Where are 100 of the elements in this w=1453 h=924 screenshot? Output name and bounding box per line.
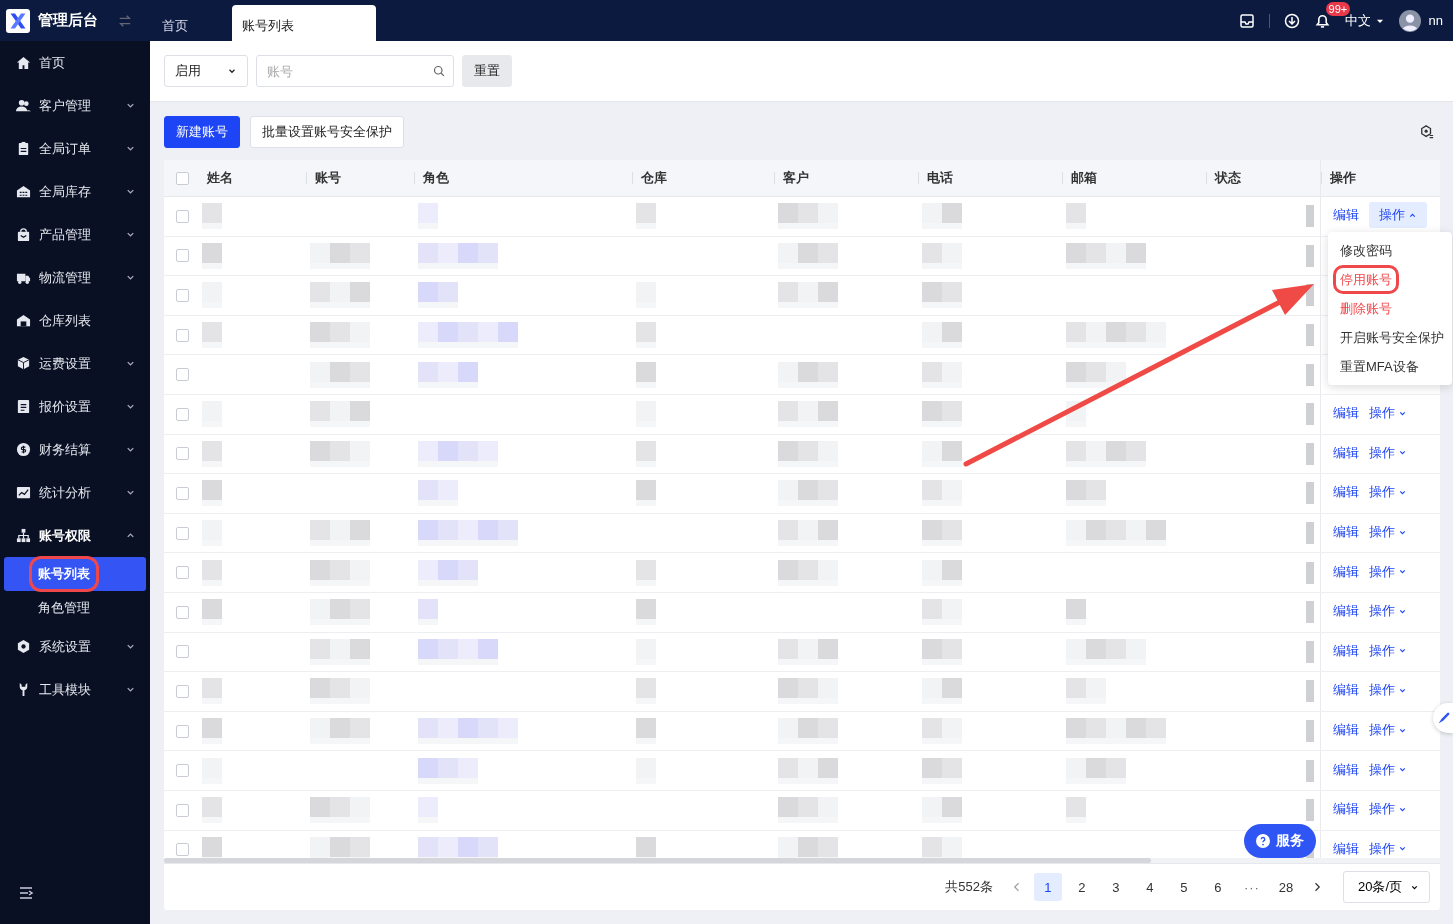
row-checkbox[interactable] [176,803,189,817]
more-actions-dropdown[interactable]: 操作 [1369,835,1407,858]
row-checkbox[interactable] [176,526,189,540]
sidebar-item[interactable]: 财务结算 [0,428,150,471]
more-actions-dropdown[interactable]: 操作 [1369,756,1407,783]
edit-link[interactable]: 编辑 [1333,206,1359,225]
sidebar-item[interactable]: 产品管理 [0,213,150,256]
sidebar-item[interactable]: 工具模块 [0,668,150,711]
service-button[interactable]: 服务 [1244,824,1316,858]
more-actions-dropdown[interactable]: 操作 [1369,439,1407,466]
tab[interactable]: 账号列表 [232,5,376,41]
page-button[interactable]: 4 [1135,873,1164,901]
edit-link[interactable]: 编辑 [1333,443,1359,462]
blurred-text [418,361,478,388]
sidebar-item[interactable]: 系统设置 [0,625,150,668]
sidebar-item[interactable]: 仓库列表 [0,299,150,342]
sidebar-item[interactable]: 运费设置 [0,342,150,385]
row-checkbox[interactable] [176,605,189,619]
edit-link[interactable]: 编辑 [1333,839,1359,858]
edit-link[interactable]: 编辑 [1333,800,1359,819]
sidebar-item[interactable]: 客户管理 [0,84,150,127]
menu-item[interactable]: 删除账号 [1328,294,1452,323]
more-actions-dropdown[interactable]: 操作 [1369,479,1407,506]
sidebar-item[interactable]: 全局库存 [0,170,150,213]
bell-icon[interactable] [1313,12,1331,29]
edit-link[interactable]: 编辑 [1333,602,1359,621]
horizontal-scrollbar[interactable] [164,858,1151,863]
sidebar-item[interactable]: 全局订单 [0,127,150,170]
more-actions-dropdown[interactable]: 操作 [1369,717,1407,743]
more-actions-dropdown[interactable]: 操作 [1369,796,1407,823]
row-checkbox[interactable] [176,328,189,342]
row-checkbox[interactable] [176,724,189,738]
menu-item[interactable]: 停用账号 [1328,265,1452,294]
chevron-down-icon [1398,448,1407,458]
page-button[interactable]: 6 [1203,873,1232,901]
edit-link[interactable]: 编辑 [1333,483,1359,502]
row-checkbox[interactable] [176,249,189,263]
menu-item[interactable]: 重置MFA设备 [1328,352,1452,381]
sidebar-item[interactable]: 物流管理 [0,256,150,299]
download-icon[interactable] [1283,12,1300,29]
blurred-text [310,836,370,858]
swap-icon[interactable] [118,13,132,28]
menu-item[interactable]: 开启账号安全保护 [1328,323,1452,352]
collapse-menu-icon[interactable] [18,885,34,901]
row-checkbox[interactable] [176,447,189,461]
blurred-text [778,203,838,230]
sidebar-item[interactable]: 账号权限 [0,514,150,557]
more-actions-dropdown[interactable]: 操作 [1369,558,1407,585]
more-actions-dropdown[interactable]: 操作 [1369,519,1407,546]
sidebar-subitem[interactable]: 角色管理 [4,591,146,625]
menu-item[interactable]: 修改密码 [1328,236,1452,265]
page-button[interactable]: 28 [1271,873,1300,901]
reset-button[interactable]: 重置 [462,55,512,87]
edit-link[interactable]: 编辑 [1333,562,1359,581]
row-checkbox[interactable] [176,684,189,698]
row-checkbox[interactable] [176,566,189,580]
account-search-field[interactable]: 账号 [256,55,454,87]
blurred-text [1306,799,1314,822]
more-actions-dropdown[interactable]: 操作 [1369,677,1407,704]
page-button[interactable]: 2 [1067,873,1096,901]
more-actions-dropdown[interactable]: 操作 [1369,637,1407,664]
select-all-checkbox[interactable] [176,171,189,185]
sidebar-item[interactable]: 报价设置 [0,385,150,428]
avatar-icon[interactable] [1398,9,1421,32]
row-checkbox[interactable] [176,407,189,421]
blurred-text [310,718,370,744]
row-checkbox[interactable] [176,289,189,302]
column-settings-icon[interactable] [1420,125,1434,139]
edit-link[interactable]: 编辑 [1333,523,1359,542]
page-size-dropdown[interactable]: 20条/页 [1342,871,1430,903]
tab[interactable]: 首页 [152,5,232,41]
row-checkbox[interactable] [176,645,189,659]
sidebar-item[interactable]: 首页 [0,41,150,84]
inbox-icon[interactable] [1238,12,1255,29]
edit-link[interactable]: 编辑 [1333,681,1359,700]
more-actions-dropdown[interactable]: 操作 [1369,598,1407,625]
edit-link[interactable]: 编辑 [1333,760,1359,779]
sidebar-subitem[interactable]: 账号列表 [4,557,146,591]
batch-security-button[interactable]: 批量设置账号安全保护 [250,116,404,148]
blurred-text [1066,480,1106,507]
edit-link[interactable]: 编辑 [1333,404,1359,423]
blurred-text [1306,680,1314,703]
row-checkbox[interactable] [176,209,189,223]
new-account-button[interactable]: 新建账号 [164,116,240,148]
edit-link[interactable]: 编辑 [1333,641,1359,660]
more-pages-button[interactable]: ··· [1237,873,1266,901]
page-button[interactable]: 1 [1033,873,1062,901]
row-checkbox[interactable] [176,764,189,778]
sidebar-item[interactable]: 统计分析 [0,471,150,514]
user-name[interactable]: nn [1428,13,1443,28]
status-dropdown[interactable]: 启用 [164,55,248,87]
row-checkbox[interactable] [176,486,189,500]
edit-link[interactable]: 编辑 [1333,721,1359,739]
chart-icon [16,485,31,500]
more-actions-dropdown[interactable]: 操作 [1369,400,1407,427]
row-checkbox[interactable] [176,368,189,382]
more-actions-dropdown[interactable]: 操作 [1369,202,1427,229]
page-button[interactable]: 5 [1169,873,1198,901]
row-checkbox[interactable] [176,843,189,857]
page-button[interactable]: 3 [1101,873,1130,901]
